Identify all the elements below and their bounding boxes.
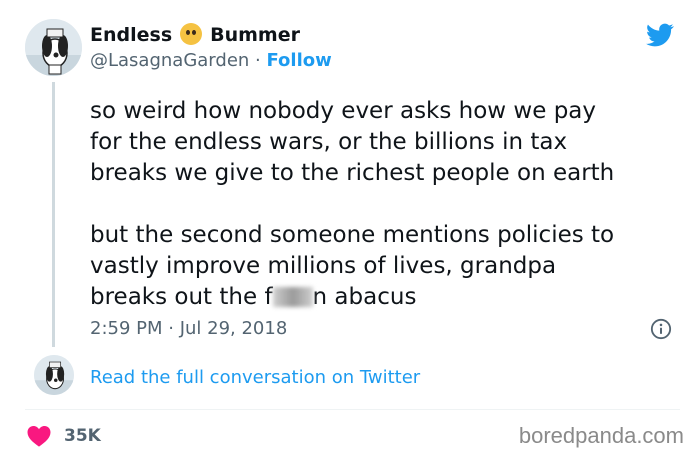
author-display-name[interactable]: Endless Bummer [90, 23, 300, 46]
tweet-paragraph-2-line-1: but the second someone mentions policies… [90, 222, 615, 248]
divider [25, 409, 680, 410]
author-handle-row: @LasagnaGarden · Follow [90, 50, 332, 71]
thread-line [52, 82, 55, 347]
conversation-avatar [34, 355, 74, 395]
tweet-paragraph-2: but the second someone mentions policies… [90, 220, 690, 313]
tweet-paragraph-2-line-3-after: n abacus [312, 284, 417, 310]
twitter-bird-icon[interactable] [644, 21, 676, 49]
info-icon[interactable] [650, 318, 672, 340]
tweet-paragraph-2-line-3-before: breaks out the f [90, 284, 273, 310]
face-screaming-in-fear-emoji-icon [180, 23, 203, 45]
tweet-paragraph-1: so weird how nobody ever asks how we pay… [90, 98, 615, 186]
heart-icon[interactable] [27, 425, 51, 447]
author-avatar[interactable] [25, 19, 82, 76]
read-conversation-link[interactable]: Read the full conversation on Twitter [90, 367, 420, 388]
author-name-part2: Bummer [210, 24, 300, 46]
author-name-part1: Endless [90, 24, 173, 46]
tweet-timestamp[interactable]: 2:59 PM · Jul 29, 2018 [90, 318, 287, 339]
tweet-text: so weird how nobody ever asks how we pay… [90, 96, 690, 313]
follow-link[interactable]: Follow [266, 50, 331, 71]
tweet-paragraph-2-line-2: vastly improve millions of lives, grandp… [90, 253, 557, 279]
like-count: 35K [64, 426, 101, 446]
author-handle[interactable]: @LasagnaGarden [90, 50, 249, 71]
handle-separator: · [249, 50, 267, 71]
censor-blur [272, 287, 313, 307]
watermark: boredpanda.com [518, 423, 684, 448]
